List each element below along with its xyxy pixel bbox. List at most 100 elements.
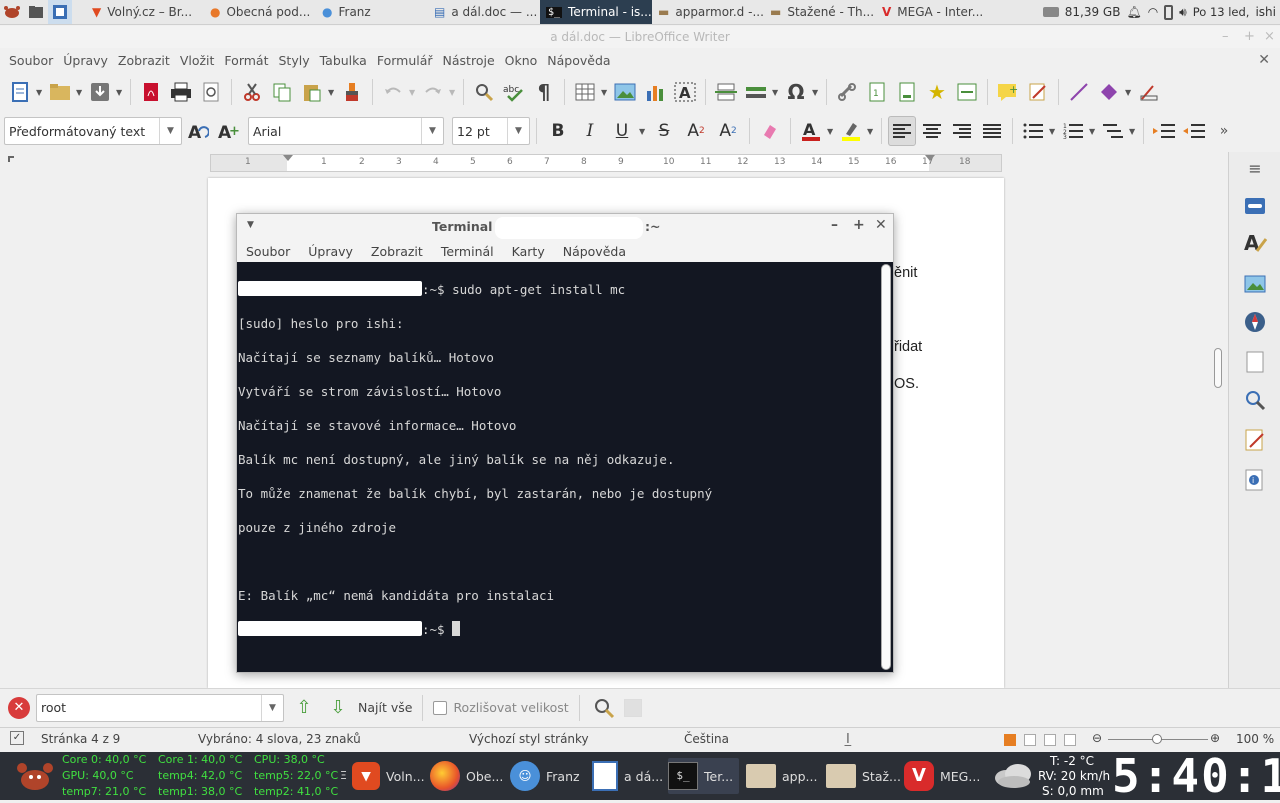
subscript-icon[interactable]: A2	[713, 116, 743, 146]
selection-mode-icon[interactable]: I̲	[846, 732, 850, 747]
chevron-down-icon[interactable]: ▼	[507, 118, 529, 144]
spellcheck-icon[interactable]: abc	[500, 77, 528, 107]
insert-image-icon[interactable]	[611, 77, 639, 107]
find-input[interactable]: root	[37, 700, 261, 715]
navigator-icon[interactable]	[1241, 308, 1269, 336]
close-icon[interactable]: ×	[1264, 26, 1275, 48]
cut-icon[interactable]	[238, 77, 266, 107]
open-folder-icon[interactable]	[46, 77, 74, 107]
minimize-icon[interactable]: –	[1222, 26, 1229, 48]
bottom-task-apparmor[interactable]: app...	[746, 758, 817, 794]
minimize-icon[interactable]: –	[831, 217, 838, 233]
align-center-icon[interactable]	[918, 116, 946, 146]
find-replace-dialog-icon[interactable]	[590, 693, 618, 723]
track-changes-icon[interactable]	[1024, 77, 1052, 107]
clear-formatting-icon[interactable]	[756, 116, 784, 146]
match-case-checkbox[interactable]	[433, 700, 448, 715]
crab-logo-icon[interactable]	[14, 758, 56, 794]
menu-upravy[interactable]: Úpravy	[58, 53, 113, 68]
new-style-icon[interactable]: A +	[214, 116, 242, 146]
view-layout-icon[interactable]	[1024, 734, 1036, 746]
sidebar-menu-icon[interactable]: ≡	[1241, 154, 1269, 182]
insert-textbox-icon[interactable]: A	[671, 77, 699, 107]
footnote-icon[interactable]: 1	[863, 77, 891, 107]
chevron-down-icon[interactable]: ▼	[421, 118, 443, 144]
clock[interactable]: 5:40:18	[1112, 752, 1280, 800]
highlight-color-icon[interactable]	[837, 116, 865, 146]
menu-napoveda[interactable]: Nápověda	[542, 53, 615, 68]
hyperlink-icon[interactable]	[833, 77, 861, 107]
chevron-down-icon[interactable]: ▼	[1125, 88, 1133, 97]
zoom-out-icon[interactable]: ⊖	[1092, 731, 1102, 745]
page-style[interactable]: Výchozí styl stránky	[469, 732, 589, 746]
cross-reference-icon[interactable]	[953, 77, 981, 107]
endnote-icon[interactable]	[893, 77, 921, 107]
print-preview-icon[interactable]	[197, 77, 225, 107]
insert-line-icon[interactable]	[1065, 77, 1093, 107]
chevron-down-icon[interactable]: ▼	[772, 88, 780, 97]
chevron-down-icon[interactable]: ▼	[116, 88, 124, 97]
taskbar-item-mega[interactable]: V MEGA - Inter...	[876, 0, 994, 24]
formatting-marks-icon[interactable]: ¶	[530, 77, 558, 107]
zoom-in-icon[interactable]: ⊕	[1210, 731, 1220, 745]
horizontal-ruler[interactable]: 1 1 2 3 4 5 6 7 8 9 10 11 12 13 14 15 16…	[210, 154, 1002, 172]
bookmark-icon[interactable]: ★	[923, 77, 951, 107]
increase-indent-icon[interactable]	[1150, 116, 1178, 146]
close-find-icon[interactable]: ✕	[8, 696, 30, 719]
print-icon[interactable]	[167, 77, 195, 107]
taskbar-item-apparmor[interactable]: ▬ apparmor.d -...	[652, 0, 764, 24]
menu-soubor[interactable]: Soubor	[4, 53, 58, 68]
page-icon[interactable]	[1241, 348, 1269, 376]
chevron-down-icon[interactable]: ▼	[812, 88, 820, 97]
chevron-down-icon[interactable]: ▼	[328, 88, 336, 97]
chevron-down-icon[interactable]: ▼	[76, 88, 84, 97]
font-size-combo[interactable]: 12 pt ▼	[452, 117, 530, 145]
terminal-scrollbar[interactable]	[881, 264, 891, 670]
maximize-icon[interactable]: +	[1244, 26, 1255, 48]
chevron-down-icon[interactable]: ▼	[36, 88, 44, 97]
volume-icon[interactable]: 🔊︎	[1179, 5, 1187, 20]
zoom-level[interactable]: 100 %	[1236, 732, 1274, 746]
maximize-icon[interactable]: +	[853, 217, 865, 233]
copy-icon[interactable]	[268, 77, 296, 107]
manage-changes-icon[interactable]	[1241, 426, 1269, 454]
window-menu-icon[interactable]: ▼	[247, 220, 254, 230]
file-manager-icon[interactable]	[24, 0, 48, 24]
save-icon[interactable]	[86, 77, 114, 107]
first-indent-handle[interactable]	[283, 155, 293, 161]
terminal-title-bar[interactable]: ▼ Terminal - :~ – + ✕	[237, 214, 893, 240]
more-options-icon[interactable]: »	[1210, 116, 1238, 146]
insert-table-icon[interactable]	[571, 77, 599, 107]
page-break-icon[interactable]	[712, 77, 740, 107]
chevron-down-icon[interactable]: ▼	[827, 127, 835, 136]
language[interactable]: Čeština	[684, 732, 729, 746]
chevron-down-icon[interactable]: ▼	[409, 88, 417, 97]
bell-icon[interactable]: 🔔︎	[1126, 5, 1141, 19]
menu-formular[interactable]: Formulář	[372, 53, 438, 68]
ordered-list-icon[interactable]: 123	[1059, 116, 1087, 146]
align-right-icon[interactable]	[948, 116, 976, 146]
bottom-task-mega[interactable]: V MEG...	[904, 758, 980, 794]
menu-okno[interactable]: Okno	[500, 53, 543, 68]
bottom-task-writer[interactable]: a dá...	[592, 758, 663, 794]
special-character-icon[interactable]: Ω	[782, 77, 810, 107]
insert-field-icon[interactable]	[742, 77, 770, 107]
tab-stop-icon[interactable]	[8, 156, 14, 162]
export-pdf-icon[interactable]	[137, 77, 165, 107]
chevron-down-icon[interactable]: ▼	[1089, 127, 1097, 136]
taskbar-item-firefox[interactable]: ● Obecná pod...	[204, 0, 316, 24]
style-inspector-icon[interactable]	[1241, 386, 1269, 414]
paste-icon[interactable]	[298, 77, 326, 107]
find-next-icon[interactable]: ⇩	[324, 693, 352, 723]
decrease-indent-icon[interactable]	[1180, 116, 1208, 146]
find-all-button[interactable]: Najít vše	[358, 700, 412, 715]
italic-icon[interactable]: I	[575, 116, 605, 146]
design-icon[interactable]: i	[1241, 466, 1269, 494]
insert-comment-icon[interactable]: +	[994, 77, 1022, 107]
wifi-icon[interactable]: ◠	[1148, 5, 1158, 19]
gallery-icon[interactable]	[1241, 270, 1269, 298]
chevron-down-icon[interactable]: ▼	[1049, 127, 1057, 136]
bottom-task-firefox[interactable]: Obe...	[430, 758, 503, 794]
right-indent-handle[interactable]	[925, 155, 935, 161]
undo-icon[interactable]	[379, 77, 407, 107]
